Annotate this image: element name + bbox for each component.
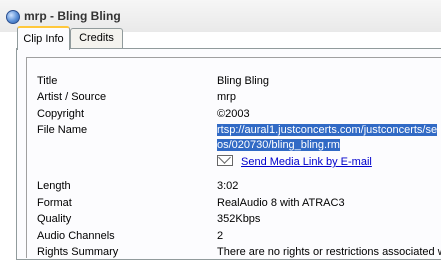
window-title: mrp - Bling Bling: [24, 9, 121, 23]
copyright-label: Copyright: [37, 108, 85, 120]
tab-clip-info[interactable]: Clip Info: [17, 26, 70, 50]
rights-label: Rights Summary: [37, 246, 119, 258]
channels-label: Audio Channels: [37, 230, 115, 242]
envelope-icon: [217, 155, 233, 166]
artist-value: mrp: [217, 91, 236, 103]
title-value: Bling Bling: [217, 75, 269, 87]
file-name-value-line2[interactable]: os/020730/bling_bling.rm: [217, 139, 340, 151]
rights-value: There are no rights or restrictions asso…: [217, 246, 441, 258]
realplayer-icon: [6, 10, 20, 24]
file-name-line2-wrap: os/020730/bling_bling.rm: [217, 137, 340, 153]
send-media-link-email[interactable]: Send Media Link by E-mail: [241, 156, 372, 168]
length-value: 3:02: [217, 180, 239, 192]
channels-value: 2: [217, 230, 224, 242]
send-link-row: Send Media Link by E-mail: [217, 154, 372, 170]
file-name-line1-wrap: rtsp://aural1.justconcerts.com/justconce…: [217, 122, 441, 138]
clip-info-content: Title Bling Bling Artist / Source mrp Co…: [26, 57, 441, 258]
title-label: Title: [37, 75, 58, 87]
clip-info-panel: Title Bling Bling Artist / Source mrp Co…: [16, 48, 441, 260]
tab-strip: Clip Info Credits: [0, 26, 441, 50]
copyright-value: ©2003: [217, 108, 250, 120]
file-name-value-line1[interactable]: rtsp://aural1.justconcerts.com/justconce…: [217, 124, 438, 136]
length-label: Length: [37, 180, 71, 192]
quality-value: 352Kbps: [217, 213, 261, 225]
artist-label: Artist / Source: [37, 91, 107, 103]
format-label: Format: [37, 197, 72, 209]
tab-credits[interactable]: Credits: [70, 28, 123, 48]
quality-label: Quality: [37, 213, 72, 225]
file-name-label: File Name: [37, 124, 88, 136]
format-value: RealAudio 8 with ATRAC3: [217, 197, 345, 209]
